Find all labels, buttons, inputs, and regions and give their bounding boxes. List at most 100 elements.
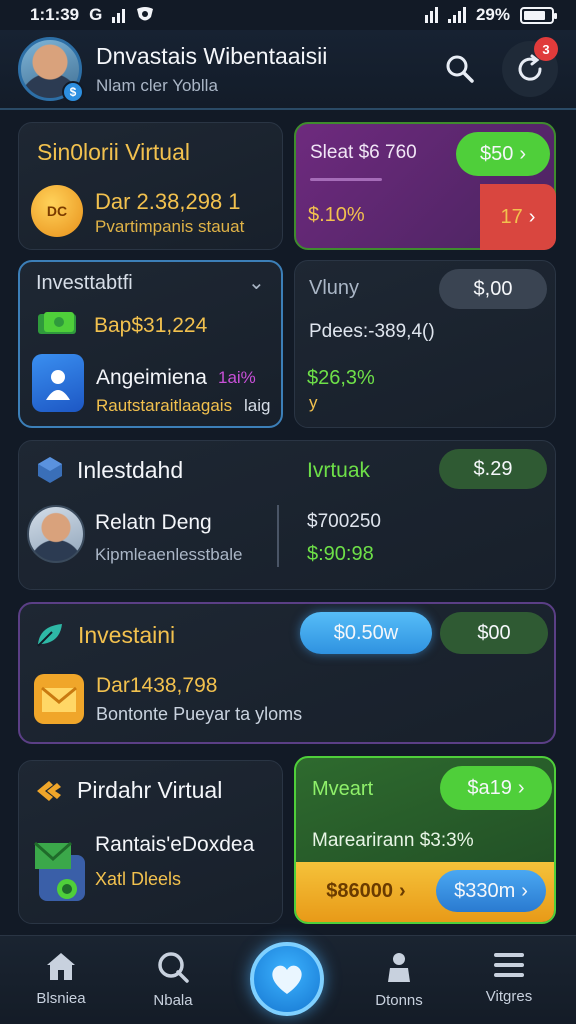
chevron-right-icon: ›: [521, 879, 528, 902]
user-lock-icon: [388, 953, 410, 982]
person-avatar: [27, 505, 85, 563]
nav-item-donations[interactable]: Dtonns: [344, 950, 454, 1009]
value-percent: $26,3%: [307, 367, 375, 389]
deal-line2: Xatl Dleels: [95, 869, 182, 889]
stat-bottom-label: 17: [500, 205, 523, 228]
row-extra: laig: [244, 396, 271, 415]
stat-label: Sleat $6 760: [310, 142, 417, 163]
home-icon: [47, 953, 75, 980]
divider: [277, 505, 279, 567]
battery-percent: 29%: [475, 5, 510, 24]
stat-card-purple[interactable]: Sleat $6 760 $50 › $.10% 17 ›: [294, 122, 556, 250]
stat-value: $.10%: [308, 204, 365, 226]
investment-card[interactable]: Investtabtfi ⌄ Bap$31,224 Angeimiena 1ai…: [18, 260, 283, 428]
app-header: $ Dnvastais Wibentaaisii Nlam cler Yobll…: [0, 30, 576, 110]
amount-button[interactable]: $.29: [439, 449, 547, 489]
chevron-right-icon: ›: [519, 142, 527, 165]
bottom-navigation: Blsniea Nbala Dtonns Vitgres: [0, 935, 576, 1024]
refresh-button[interactable]: 3: [502, 37, 558, 97]
market-left-label: $86000: [326, 879, 394, 902]
card-title: Sin0lorii Virtual: [37, 139, 190, 165]
right-label: Ivrtuak: [307, 459, 371, 482]
deal-line1: Rantais'eDoxdea: [95, 833, 255, 856]
value-top: $700250: [307, 511, 381, 532]
divider: [310, 178, 382, 181]
nav-item-menu[interactable]: Vitgres: [454, 950, 564, 1005]
summary-amount: Dar1438,798: [96, 674, 218, 697]
market-line: Marearirann $3:3%: [312, 830, 474, 851]
battery-icon: [520, 6, 557, 24]
status-time: 1:1:39: [30, 5, 80, 24]
coin-icon: DC: [31, 185, 83, 237]
shield-icon: [137, 7, 154, 21]
investment-summary-card[interactable]: Investaini $0.50w $00 Dar1438,798 Bonton…: [18, 602, 556, 744]
market-top-button[interactable]: $a19 ›: [440, 766, 552, 810]
market-card[interactable]: Mveart $a19 › Marearirann $3:3% $86000 › $…: [294, 756, 556, 924]
person-subtitle: Kipmleaenlesstbale: [95, 545, 243, 564]
chevron-diamond-icon: [37, 781, 61, 801]
card-title: Pirdahr Virtual: [77, 777, 223, 803]
value-button[interactable]: $,00: [439, 269, 547, 309]
page-subtitle: Nlam cler Yoblla: [96, 75, 218, 95]
market-right-label: $330m: [454, 879, 516, 902]
value-bottom: $:90:98: [307, 543, 374, 565]
card-title: Investaini: [78, 622, 176, 648]
nav-label: Blsniea: [36, 990, 86, 1007]
stat-top-label: $50: [479, 142, 514, 165]
green-amount-button[interactable]: $00: [440, 612, 548, 654]
nav-item-search[interactable]: Nbala: [118, 950, 228, 1009]
nav-label: Dtonns: [375, 992, 423, 1009]
market-top-label: $a19: [467, 776, 512, 799]
profile-avatar[interactable]: $: [18, 37, 84, 103]
cash-icon: [38, 312, 76, 334]
status-right: 29%: [424, 5, 557, 25]
value-line: Pdees:-389,4(): [309, 321, 435, 342]
center-action-button[interactable]: [250, 942, 324, 1016]
person-name: Relatn Deng: [95, 511, 212, 534]
heart-chat-icon: [272, 965, 302, 994]
value-note: y: [309, 393, 318, 412]
status-bar: 1:1:39 G 29%: [0, 0, 576, 30]
cube-icon: [38, 457, 62, 483]
market-left-button[interactable]: $86000 ›: [306, 870, 426, 912]
virtual-deals-card[interactable]: Pirdahr Virtual Rantais'eDoxdea Xatl Dle…: [18, 760, 283, 924]
chevron-right-icon: ›: [517, 776, 525, 799]
balance-subtitle: Pvartimpanis stauat: [95, 217, 245, 236]
stat-bottom-button[interactable]: 17 ›: [480, 184, 556, 250]
value-label: Vluny: [309, 277, 360, 299]
value-card[interactable]: Vluny $,00 Pdees:-389,4() $26,3% y: [294, 260, 556, 428]
card-title: Investtabtfi: [36, 272, 133, 294]
leaf-icon: [37, 624, 62, 647]
cell-signal-icon: [447, 7, 466, 23]
search-icon: [158, 952, 189, 983]
chevron-down-icon[interactable]: ⌄: [248, 270, 265, 295]
card-title: Inlestdahd: [77, 457, 184, 483]
notification-badge: 3: [534, 37, 558, 61]
verified-badge-icon: $: [62, 81, 84, 103]
summary-subtitle: Bontonte Pueyar ta yloms: [96, 704, 303, 724]
market-right-button[interactable]: $330m ›: [436, 870, 546, 912]
search-icon: [446, 55, 474, 83]
menu-icon: [494, 953, 524, 977]
status-left: 1:1:39 G: [30, 5, 155, 25]
g-icon: G: [89, 5, 103, 24]
page-title: Dnvastais Wibentaaisii: [96, 42, 328, 69]
blue-amount-button[interactable]: $0.50w: [300, 612, 432, 654]
user-app-icon: [32, 354, 84, 412]
nav-label: Nbala: [153, 992, 193, 1009]
stat-top-button[interactable]: $50 ›: [456, 132, 550, 176]
virtual-balance-card[interactable]: Sin0lorii Virtual DC Dar 2.38,298 1 Pvar…: [18, 122, 283, 250]
header-text: Dnvastais Wibentaaisii Nlam cler Yoblla: [96, 43, 432, 96]
mail-shield-icon: [34, 841, 85, 901]
chevron-right-icon: ›: [399, 879, 406, 902]
chevron-right-icon: ›: [528, 205, 536, 228]
envelope-icon: [34, 674, 84, 724]
person-card[interactable]: Inlestdahd Ivrtuak $.29 Relatn Deng Kipm…: [18, 440, 556, 590]
row-percent: 1ai%: [218, 368, 256, 387]
wifi-signal-icon: [424, 7, 438, 23]
signal-icon: [112, 7, 126, 23]
investment-amount: Bap$31,224: [94, 314, 208, 337]
nav-item-home[interactable]: Blsniea: [6, 950, 116, 1007]
row-subtitle: Rautstaraitlaagais: [96, 396, 233, 415]
search-button[interactable]: [432, 41, 488, 97]
